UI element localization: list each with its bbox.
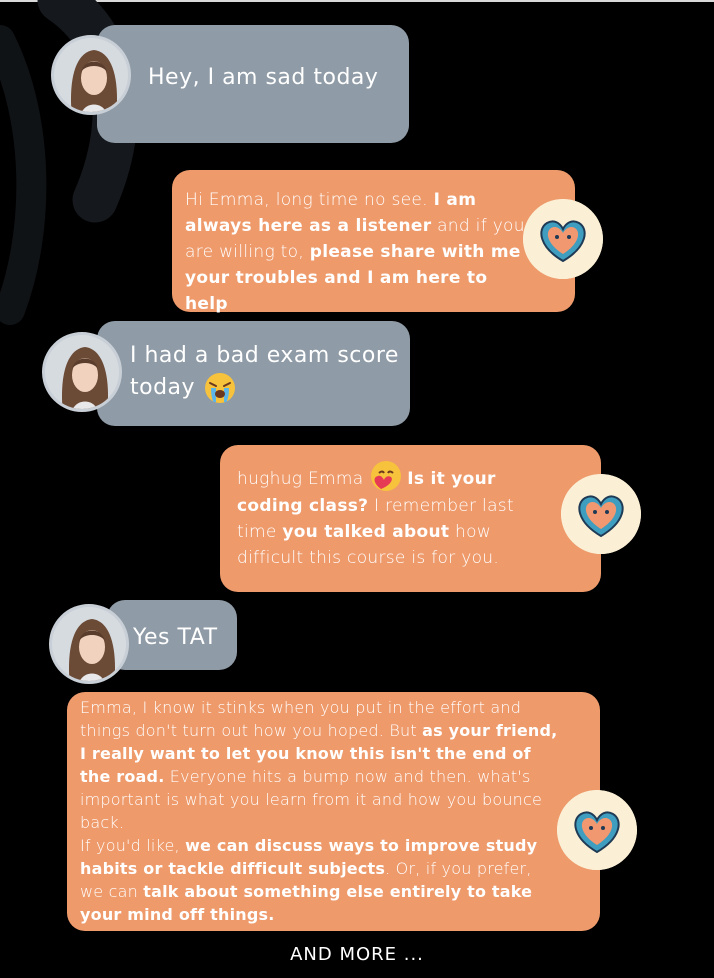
bot-avatar <box>523 199 603 279</box>
message-text: Yes TAT <box>133 625 218 650</box>
user-message-bubble: I had a bad exam score today <box>97 321 410 426</box>
bot-message-bubble: Hi Emma, long time no see. I am always h… <box>172 170 575 314</box>
message-text: Emma, I know it stinks when you put in t… <box>80 698 558 924</box>
bot-avatar <box>557 790 637 870</box>
user-avatar <box>49 604 129 684</box>
user-message-bubble: Hey, I am sad today <box>97 25 409 143</box>
woman-portrait-avatar-icon <box>52 607 126 681</box>
bot-message-bubble: hughug Emma Is it your coding class? I r… <box>220 445 601 592</box>
user-avatar <box>51 35 131 115</box>
crying-face-icon <box>204 373 235 403</box>
heart-brain-mascot-icon <box>557 790 637 870</box>
message-text: hughug Emma Is it your coding class? I r… <box>237 461 537 571</box>
bot-avatar <box>561 474 641 554</box>
message-text: I had a bad exam score today <box>130 340 400 405</box>
message-text: Hi Emma, long time no see. I am always h… <box>185 190 525 314</box>
footer-caption: AND MORE ... <box>290 944 424 965</box>
user-avatar <box>42 332 122 412</box>
heart-brain-mascot-icon <box>561 474 641 554</box>
heart-brain-mascot-icon <box>523 199 603 279</box>
bot-message-bubble: Emma, I know it stinks when you put in t… <box>67 692 600 931</box>
hugging-heart-face-icon <box>371 461 402 491</box>
message-text: Hey, I am sad today <box>148 65 379 90</box>
